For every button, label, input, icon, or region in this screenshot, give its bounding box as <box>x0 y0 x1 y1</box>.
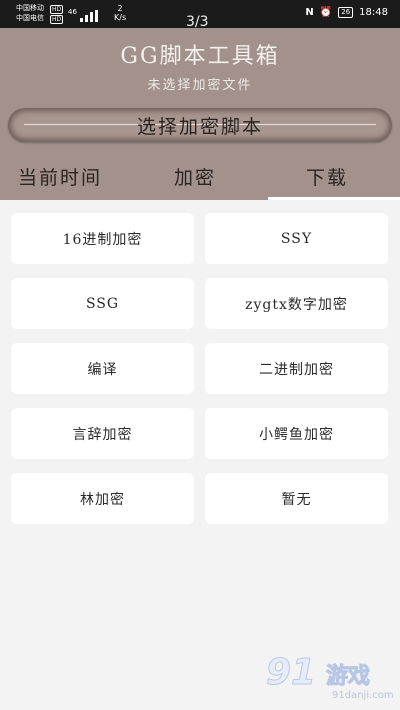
header: GG脚本工具箱 未选择加密文件 选择加密脚本 当前时间 加密 下载 <box>0 28 400 200</box>
clock: 18:48 <box>359 7 388 18</box>
select-script-label: 选择加密脚本 <box>136 116 263 138</box>
select-script-button[interactable]: 选择加密脚本 <box>8 108 392 142</box>
network-type: 46 <box>68 8 77 16</box>
tab-download[interactable]: 下载 <box>306 163 348 190</box>
nfc-icon: N <box>305 7 314 18</box>
ssy-button[interactable]: SSY <box>205 213 388 264</box>
none-yet-button[interactable]: 暂无 <box>205 473 388 524</box>
ssg-button[interactable]: SSG <box>11 278 194 329</box>
signal-icon <box>80 7 102 22</box>
network-speed: 2 K/s <box>114 4 126 22</box>
hd-icon: HD <box>50 5 64 14</box>
site-watermark: 91 游戏 91danji.com <box>265 652 396 708</box>
compile-button[interactable]: 编译 <box>11 343 194 394</box>
carrier-1-label: 中国移动 <box>16 4 44 12</box>
tab-bar: 当前时间 加密 下载 <box>0 160 400 200</box>
binary-encrypt-button[interactable]: 二进制加密 <box>205 343 388 394</box>
speed-unit: K/s <box>114 13 127 22</box>
encryption-options-grid: 16进制加密 SSY SSG zygtx数字加密 编译 二进制加密 言辞加密 小… <box>11 213 388 524</box>
tab-current-time[interactable]: 当前时间 <box>18 163 102 190</box>
watermark-url: 91danji.com <box>332 690 394 701</box>
watermark-logo: 91 <box>265 652 317 694</box>
lin-encrypt-button[interactable]: 林加密 <box>11 473 194 524</box>
alarm-icon: ⏰ <box>319 7 333 18</box>
hex-encrypt-button[interactable]: 16进制加密 <box>11 213 194 264</box>
status-bar: 中国移动 中国电信 HD HD 46 2 K/s 3/3 N ⏰ 26 18:4… <box>0 0 400 30</box>
battery-icon: 26 <box>338 7 354 18</box>
zygtx-digit-encrypt-button[interactable]: zygtx数字加密 <box>205 278 388 329</box>
app-title: GG脚本工具箱 <box>120 44 280 69</box>
watermark-text: 游戏 <box>325 664 371 690</box>
hd-icon: HD <box>50 15 64 24</box>
speed-value: 2 <box>117 4 123 13</box>
yanci-encrypt-button[interactable]: 言辞加密 <box>11 408 194 459</box>
tab-encrypt[interactable]: 加密 <box>174 163 216 190</box>
file-status-subtitle: 未选择加密文件 <box>147 78 253 93</box>
carrier-2-label: 中国电信 <box>16 14 44 22</box>
crocodile-encrypt-button[interactable]: 小鳄鱼加密 <box>205 408 388 459</box>
active-tab-indicator <box>268 197 400 200</box>
